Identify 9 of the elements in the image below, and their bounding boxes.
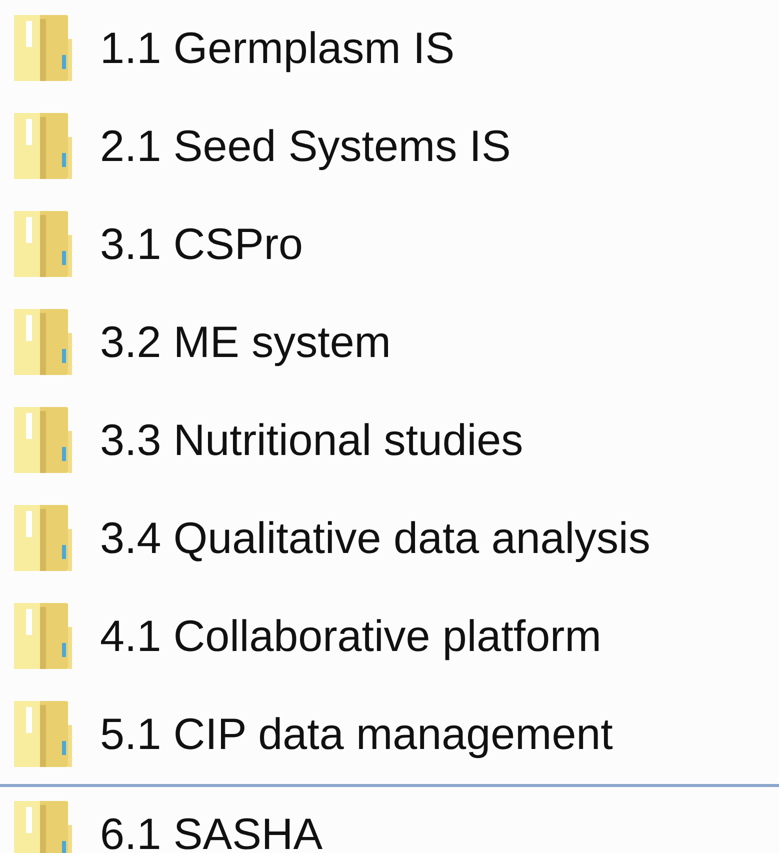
- folder-name[interactable]: 5.1 CIP data management: [100, 713, 613, 757]
- folder-name[interactable]: 3.1 CSPro: [100, 223, 303, 267]
- folder-name[interactable]: 3.4 Qualitative data analysis: [100, 517, 650, 561]
- folder-name[interactable]: 3.2 ME system: [100, 321, 391, 365]
- folder-name[interactable]: 6.1 SASHA: [100, 812, 323, 853]
- folder-name[interactable]: 1.1 Germplasm IS: [100, 27, 455, 71]
- folder-name[interactable]: 3.3 Nutritional studies: [100, 419, 524, 463]
- folder-name[interactable]: 4.1 Collaborative platform: [100, 615, 602, 659]
- folder-name[interactable]: 2.1 Seed Systems IS: [100, 125, 511, 169]
